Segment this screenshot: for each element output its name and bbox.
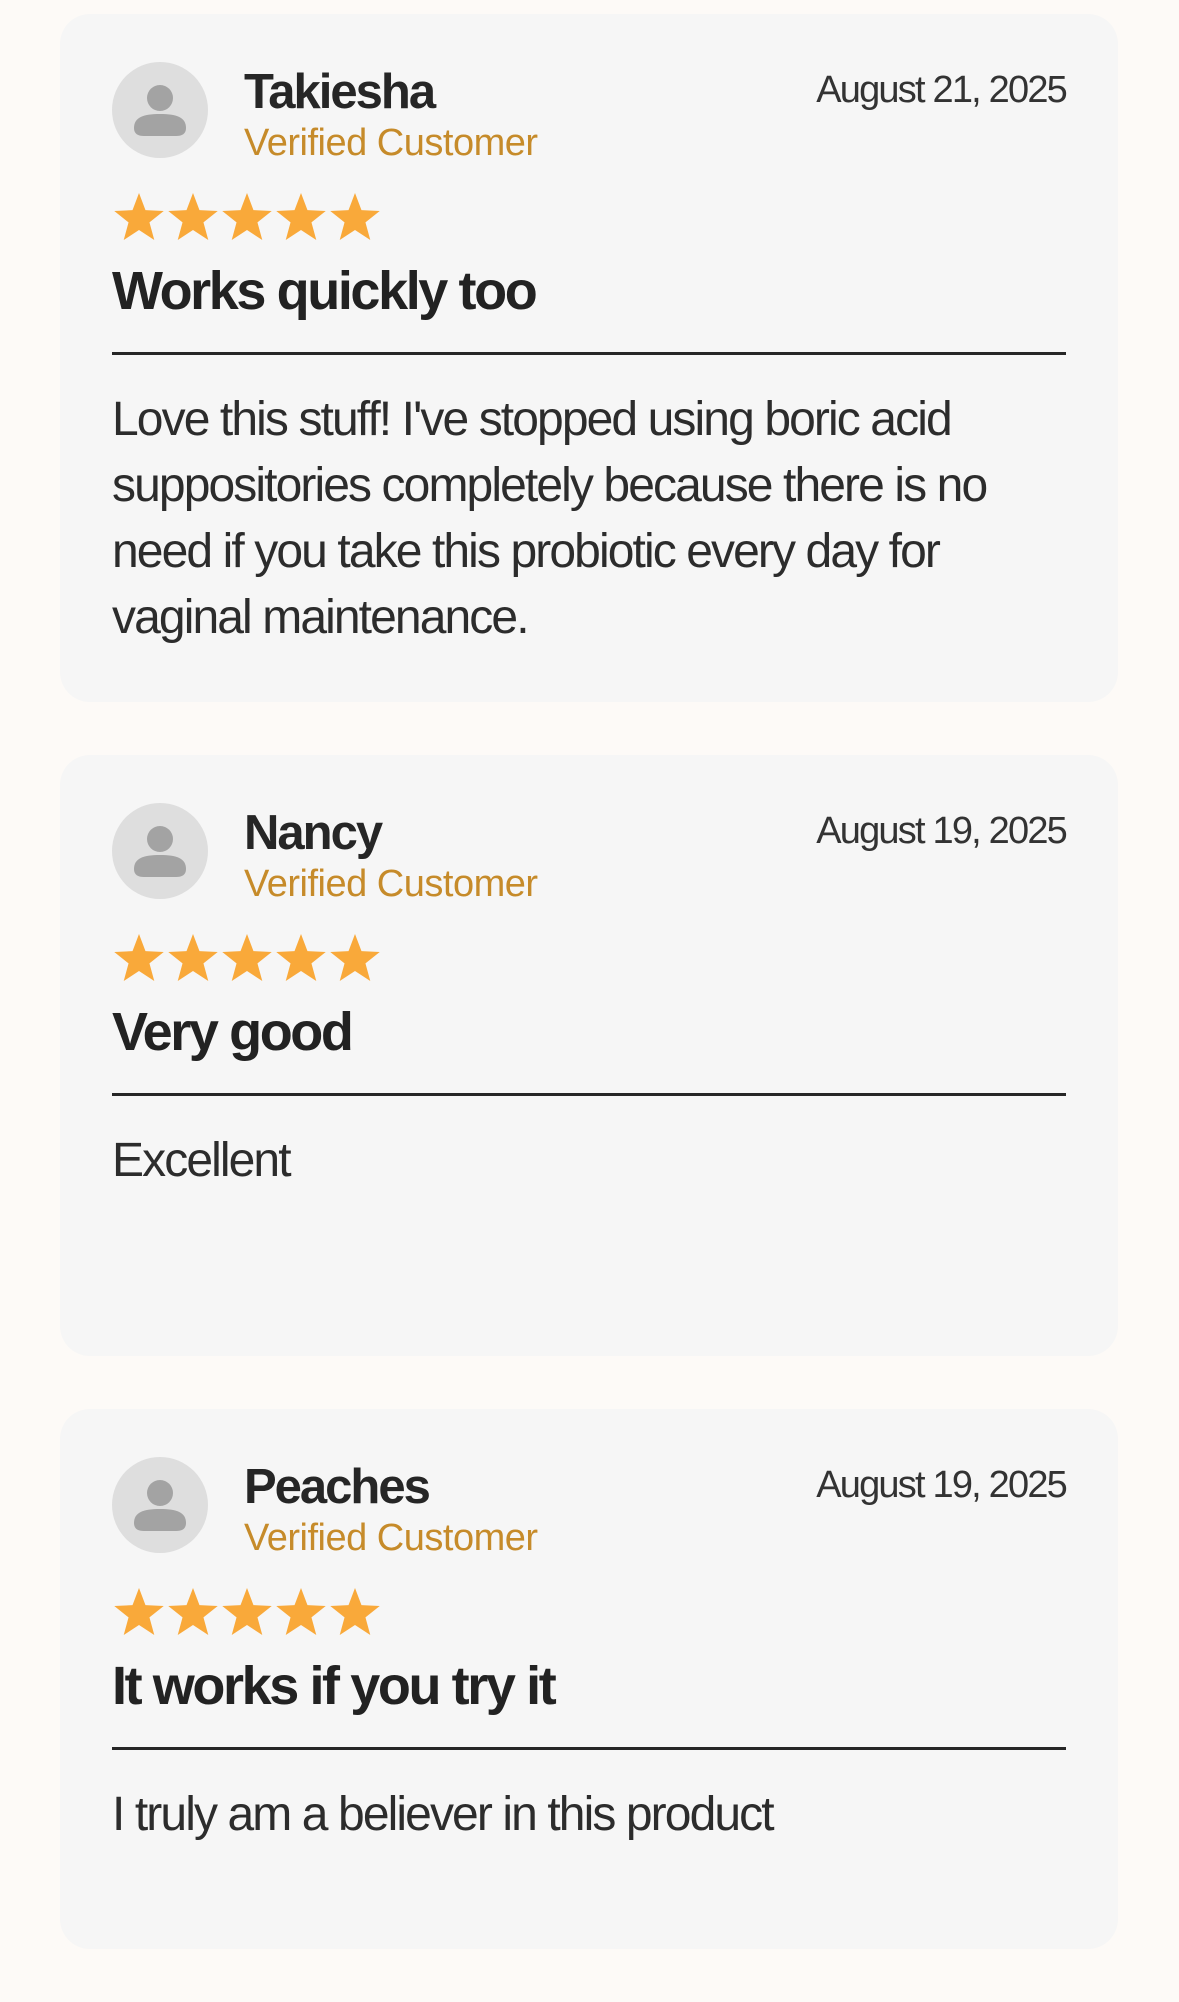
star-filled-icon bbox=[276, 193, 326, 241]
review-card: Nancy Verified Customer August 19, 2025 … bbox=[60, 755, 1118, 1356]
author-block: Peaches Verified Customer bbox=[244, 1457, 538, 1561]
star-filled-icon bbox=[276, 934, 326, 982]
star-filled-icon bbox=[330, 934, 380, 982]
author-block: Takiesha Verified Customer bbox=[244, 62, 538, 166]
star-filled-icon bbox=[330, 1588, 380, 1636]
review-header: Nancy Verified Customer August 19, 2025 bbox=[112, 803, 1068, 905]
avatar bbox=[112, 803, 208, 899]
review-title: Works quickly too bbox=[112, 261, 538, 321]
star-rating bbox=[112, 933, 1066, 985]
star-filled-icon bbox=[222, 1588, 272, 1636]
divider bbox=[112, 352, 1066, 355]
user-silhouette-icon bbox=[134, 1480, 186, 1531]
review-date: August 19, 2025 bbox=[816, 810, 1068, 852]
star-rating bbox=[112, 1587, 1066, 1639]
star-filled-icon bbox=[222, 934, 272, 982]
star-filled-icon bbox=[168, 193, 218, 241]
star-filled-icon bbox=[222, 193, 272, 241]
review-header: Peaches Verified Customer August 19, 202… bbox=[112, 1457, 1068, 1559]
star-filled-icon bbox=[114, 1588, 164, 1636]
star-filled-icon bbox=[168, 934, 218, 982]
review-body: I truly am a believer in this product bbox=[112, 1788, 775, 1841]
review-title: Very good bbox=[112, 1002, 354, 1062]
verified-badge: Verified Customer bbox=[244, 863, 538, 905]
review-list: Takiesha Verified Customer August 21, 20… bbox=[60, 14, 1118, 2002]
review-header: Takiesha Verified Customer August 21, 20… bbox=[112, 62, 1068, 164]
divider bbox=[112, 1093, 1066, 1096]
review-body: Excellent bbox=[112, 1134, 292, 1187]
divider bbox=[112, 1747, 1066, 1750]
star-filled-icon bbox=[330, 193, 380, 241]
star-filled-icon bbox=[168, 1588, 218, 1636]
review-date: August 19, 2025 bbox=[816, 1464, 1068, 1506]
user-silhouette-icon bbox=[134, 85, 186, 136]
user-silhouette-icon bbox=[134, 826, 186, 877]
review-card: Takiesha Verified Customer August 21, 20… bbox=[60, 14, 1118, 702]
author-block: Nancy Verified Customer bbox=[244, 803, 538, 907]
star-filled-icon bbox=[114, 193, 164, 241]
review-body: Love this stuff! I've stopped using bori… bbox=[112, 393, 988, 644]
author-name: Takiesha bbox=[244, 65, 436, 119]
review-title: It works if you try it bbox=[112, 1656, 557, 1716]
star-rating bbox=[112, 192, 1066, 244]
avatar bbox=[112, 62, 208, 158]
verified-badge: Verified Customer bbox=[244, 1517, 538, 1559]
verified-badge: Verified Customer bbox=[244, 122, 538, 164]
review-card: Peaches Verified Customer August 19, 202… bbox=[60, 1409, 1118, 1949]
review-date: August 21, 2025 bbox=[816, 69, 1068, 111]
star-filled-icon bbox=[276, 1588, 326, 1636]
author-name: Nancy bbox=[244, 806, 383, 860]
avatar bbox=[112, 1457, 208, 1553]
star-filled-icon bbox=[114, 934, 164, 982]
author-name: Peaches bbox=[244, 1460, 431, 1514]
